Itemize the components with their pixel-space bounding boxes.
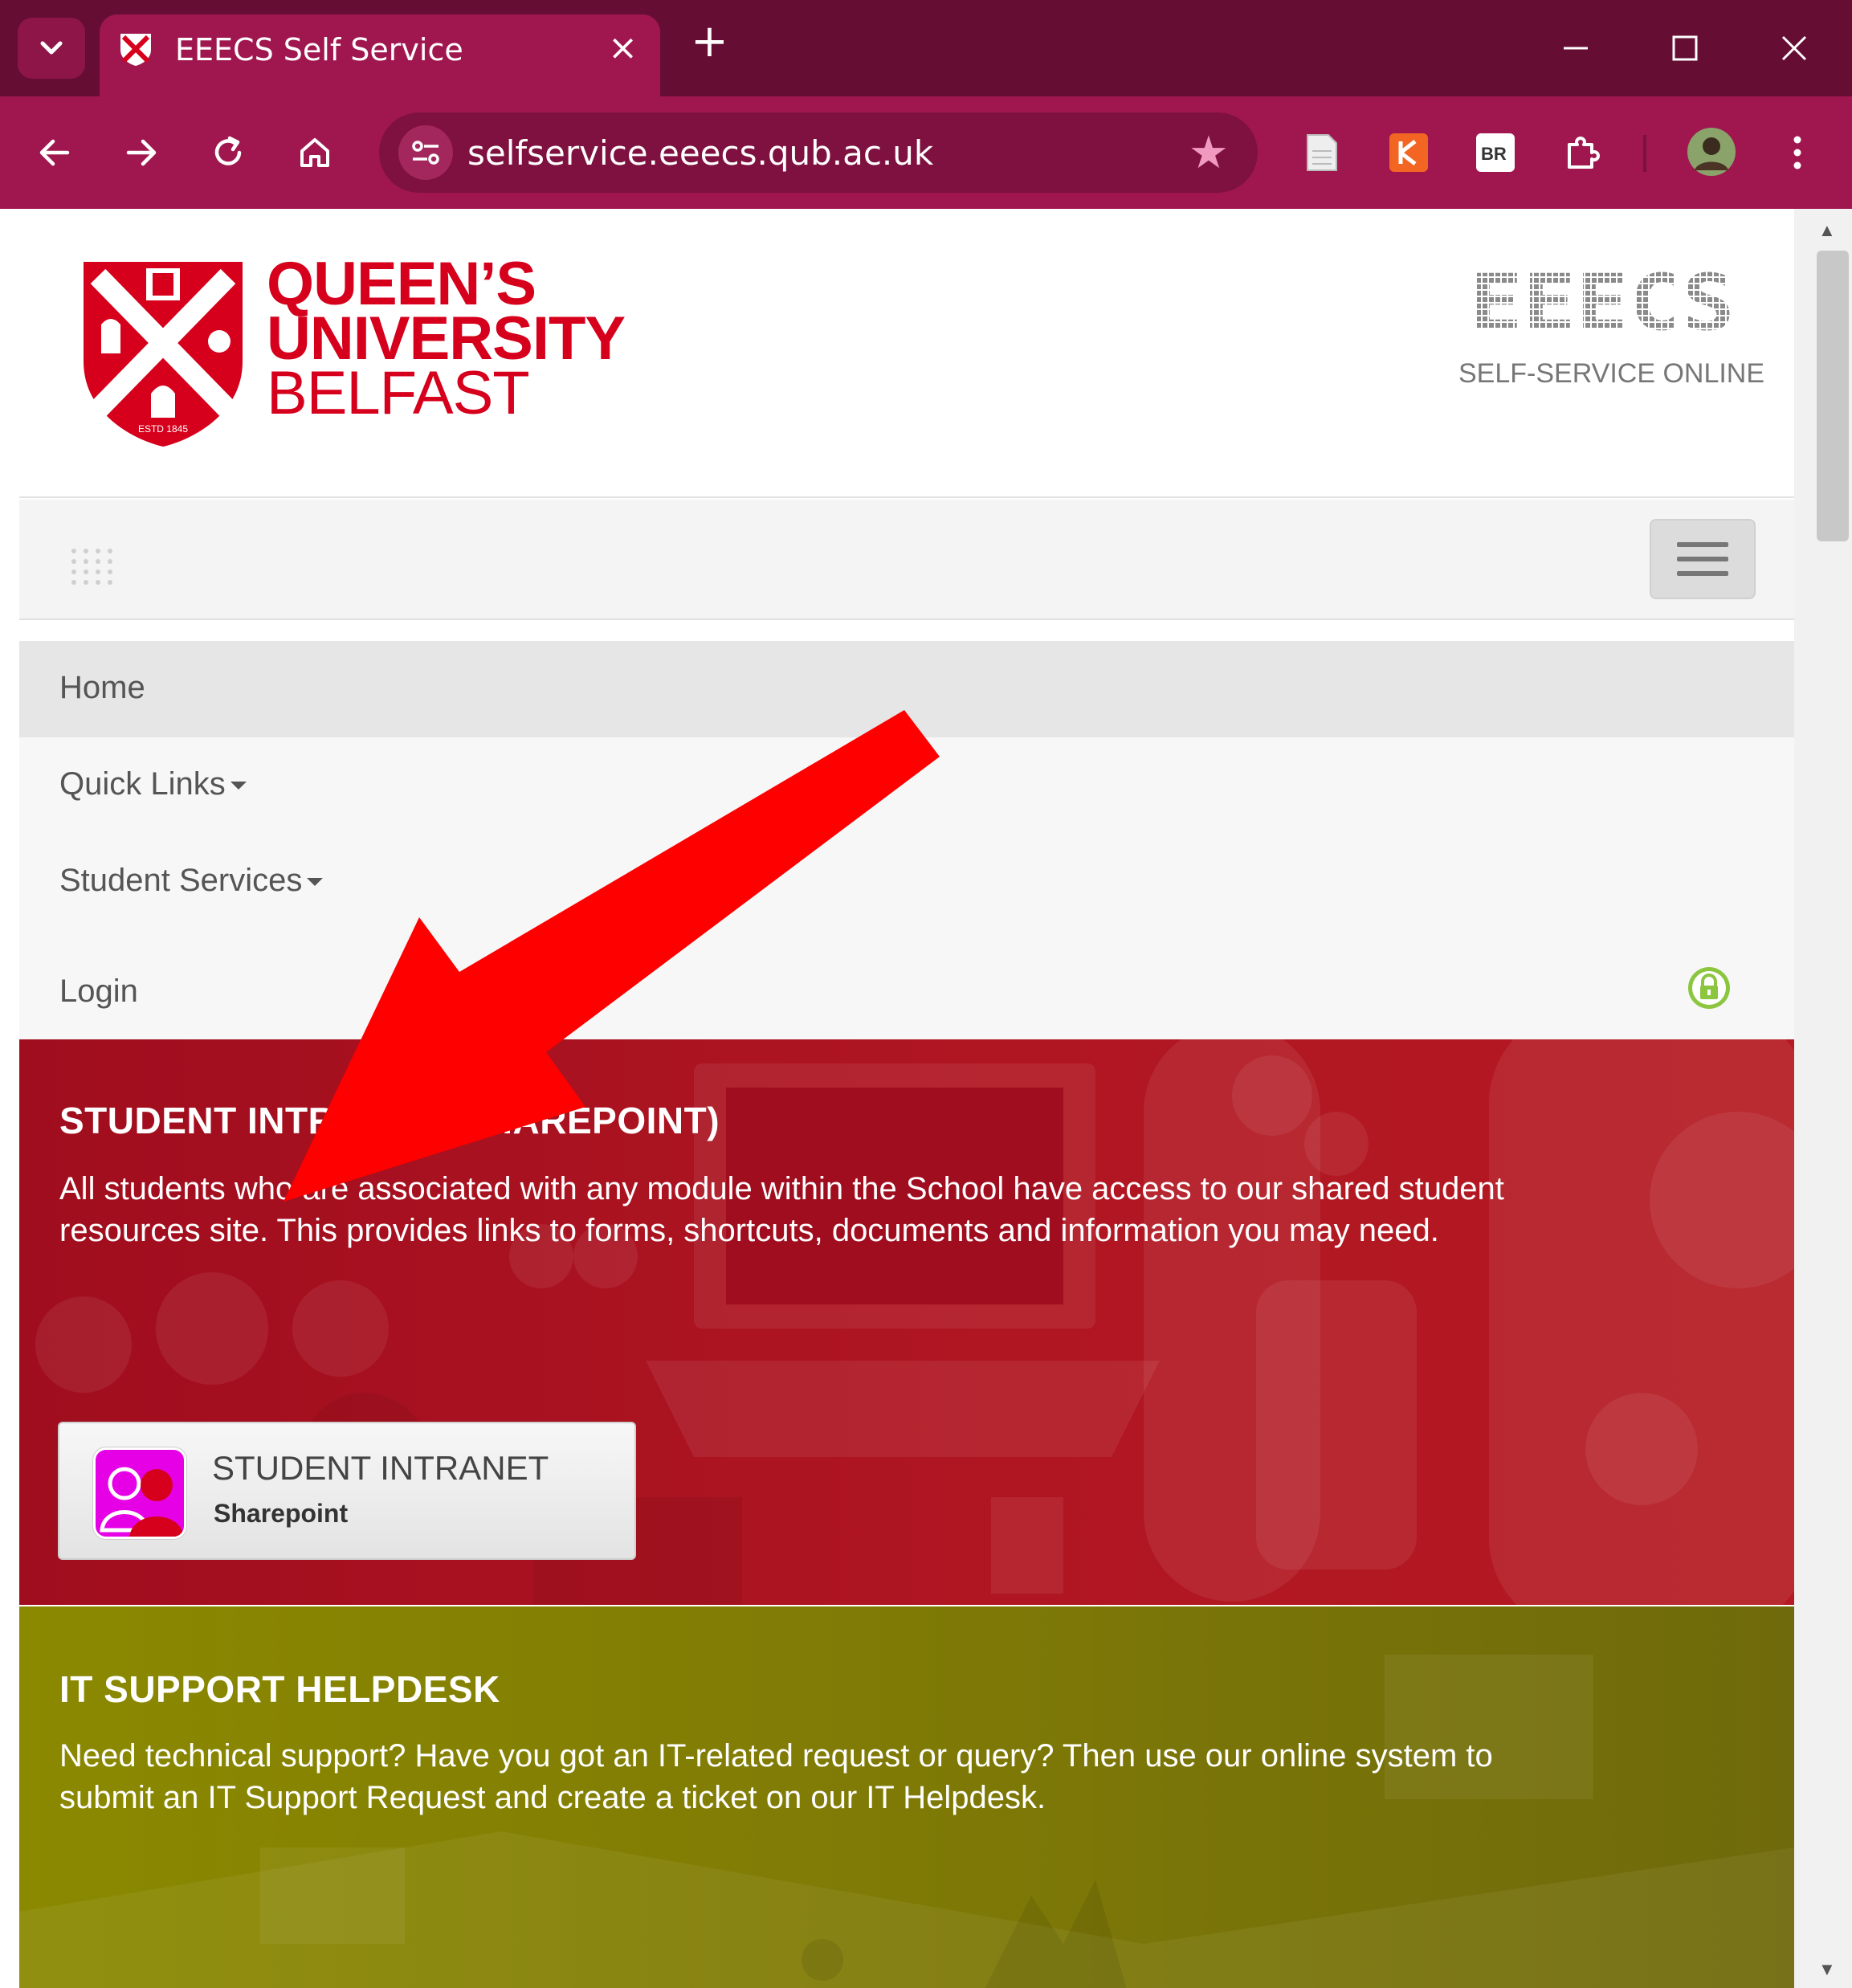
forward-button[interactable]: [117, 129, 165, 177]
new-tab-button[interactable]: +: [691, 19, 728, 64]
tab-close-icon[interactable]: ×: [608, 27, 638, 68]
br-extension-icon: BR: [1476, 133, 1515, 172]
tab-title: EEECS Self Service: [175, 32, 463, 67]
document-extension-button[interactable]: [1301, 132, 1343, 173]
menu-item-quick-links-label: Quick Links: [59, 766, 226, 802]
menu-item-student-services[interactable]: Student Services: [19, 834, 1794, 930]
university-name[interactable]: QUEEN’S UNIVERSITY BELFAST: [267, 250, 626, 427]
close-icon: [1781, 35, 1807, 61]
menu-item-login[interactable]: Login: [19, 949, 1794, 1039]
back-button[interactable]: [31, 129, 79, 177]
back-icon: [39, 139, 70, 166]
student-intranet-description: All students who are associated with any…: [59, 1171, 1504, 1248]
kaspersky-extension-button[interactable]: [1388, 132, 1430, 173]
menu-item-login-label: Login: [59, 974, 138, 1009]
toolbar-separator: [1643, 135, 1646, 172]
tab-search-button[interactable]: [18, 18, 85, 79]
main-menu: Home Quick Links Student Services Login: [19, 641, 1794, 1039]
page-viewport: ESTD 1845 QUEEN’S UNIVERSITY BELFAST EEE…: [19, 209, 1794, 1988]
scroll-down-icon[interactable]: ▼: [1818, 1959, 1836, 1980]
self-service-tagline: SELF-SERVICE ONLINE: [1458, 358, 1765, 389]
grip-dots-icon: [71, 549, 112, 585]
menu-item-student-services-label: Student Services: [59, 863, 303, 898]
tab-eeecs-self-service[interactable]: EEECS Self Service ×: [100, 14, 660, 96]
address-bar[interactable]: selfservice.eeecs.qub.ac.uk ★: [379, 112, 1258, 193]
reload-button[interactable]: [204, 129, 252, 177]
minimize-icon: [1564, 47, 1588, 50]
site-header: ESTD 1845 QUEEN’S UNIVERSITY BELFAST EEE…: [19, 209, 1794, 498]
it-support-helpdesk-title: IT SUPPORT HELPDESK: [59, 1668, 500, 1710]
scroll-thumb[interactable]: [1817, 251, 1849, 541]
eeecs-logo: EEECS: [1470, 271, 1735, 333]
profile-avatar-icon: [1687, 128, 1736, 176]
home-button[interactable]: [291, 129, 339, 177]
student-intranet-section: STUDENT INTRANET (SHAREPOINT) All studen…: [19, 1039, 1794, 1605]
menu-item-home-label: Home: [59, 670, 145, 705]
profile-button[interactable]: [1687, 127, 1736, 177]
it-support-helpdesk-section: IT SUPPORT HELPDESK Need technical suppo…: [19, 1606, 1794, 1988]
student-intranet-title: STUDENT INTRANET (SHAREPOINT): [59, 1100, 720, 1141]
caret-down-icon: [230, 782, 247, 790]
people-icon-tile: [93, 1447, 186, 1539]
kaspersky-extension-icon: [1389, 133, 1428, 172]
university-name-line2: UNIVERSITY: [267, 304, 626, 373]
favicon-icon: [120, 34, 151, 66]
people-icon: [100, 1467, 184, 1537]
student-intranet-tile-title: STUDENT INTRANET: [212, 1449, 549, 1487]
chevron-down-icon: [40, 41, 63, 55]
crest-text: ESTD 1845: [138, 423, 188, 435]
bookmark-star-icon[interactable]: ★: [1189, 127, 1229, 179]
navbar: [19, 500, 1794, 620]
university-name-line1: QUEEN’S: [267, 250, 536, 318]
forward-icon: [126, 139, 157, 166]
qub-crest-icon: ESTD 1845: [84, 262, 243, 447]
student-intranet-tile-subtitle: Sharepoint: [214, 1499, 349, 1528]
reload-icon: [214, 136, 242, 165]
extensions-button[interactable]: [1561, 132, 1603, 173]
svg-text:BR: BR: [1481, 144, 1507, 164]
maximize-button[interactable]: [1661, 24, 1709, 72]
caret-down-icon: [307, 878, 324, 887]
scroll-up-icon[interactable]: ▲: [1818, 220, 1836, 241]
br-extension-button[interactable]: BR: [1475, 132, 1516, 173]
browser-menu-button[interactable]: [1777, 132, 1818, 173]
menu-kebab-icon: [1793, 136, 1801, 169]
menu-item-home[interactable]: Home: [19, 641, 1794, 737]
menu-item-quick-links[interactable]: Quick Links: [19, 737, 1794, 834]
eeecs-logo-text: EEECS: [1470, 271, 1735, 333]
site-info-icon: [412, 141, 439, 165]
extensions-puzzle-icon: [1568, 137, 1600, 169]
home-icon: [300, 138, 329, 167]
url-text[interactable]: selfservice.eeecs.qub.ac.uk: [467, 133, 933, 173]
maximize-icon: [1672, 35, 1698, 61]
hamburger-menu-icon: [1677, 542, 1728, 547]
site-info-button[interactable]: [398, 125, 453, 180]
university-name-line3: BELFAST: [267, 359, 530, 427]
tab-strip: EEECS Self Service × +: [0, 0, 1852, 96]
hamburger-menu-button[interactable]: [1650, 519, 1756, 599]
browser-toolbar: selfservice.eeecs.qub.ac.uk ★ BR: [0, 96, 1852, 209]
document-extension-icon: [1307, 134, 1337, 171]
it-support-helpdesk-description: Need technical support? Have you got an …: [59, 1738, 1493, 1815]
page-scrollbar[interactable]: ▲ ▼: [1794, 209, 1852, 1988]
lock-icon: [1688, 967, 1730, 1009]
minimize-button[interactable]: [1552, 24, 1600, 72]
student-intranet-tile[interactable]: STUDENT INTRANET Sharepoint: [58, 1422, 636, 1560]
close-window-button[interactable]: [1770, 24, 1818, 72]
